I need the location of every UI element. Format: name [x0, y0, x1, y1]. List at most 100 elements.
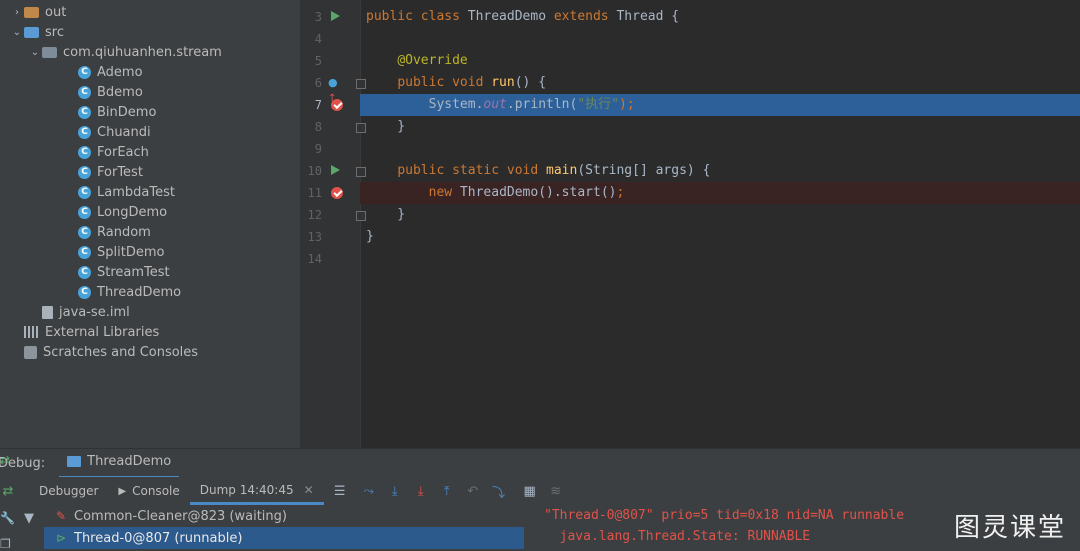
class-icon: C: [78, 185, 91, 199]
fold-marker-icon[interactable]: [356, 79, 366, 89]
tree-item-label: Ademo: [97, 64, 143, 80]
tree-item[interactable]: C Random: [0, 222, 300, 242]
tree-item[interactable]: Scratches and Consoles: [0, 342, 300, 362]
tree-item[interactable]: External Libraries: [0, 322, 300, 342]
tree-item[interactable]: ⌄ src: [0, 22, 300, 42]
tab-debugger[interactable]: Debugger: [29, 477, 108, 505]
class-icon: C: [78, 265, 91, 279]
step-over-icon[interactable]: ⤓: [387, 483, 403, 499]
fold-marker-icon[interactable]: [356, 167, 366, 177]
step-out-icon[interactable]: ⤒: [439, 483, 455, 499]
step-into-icon[interactable]: ⤓: [413, 483, 429, 499]
breakpoint-icon[interactable]: [331, 187, 343, 199]
run-config-tab[interactable]: ThreadDemo: [59, 448, 180, 479]
tree-item[interactable]: C SplitDemo: [0, 242, 300, 262]
code-text: public static void main(String[] args) {: [397, 163, 711, 178]
code-line[interactable]: [300, 226, 1080, 248]
tree-item-label: ForTest: [97, 164, 143, 180]
tree-item[interactable]: C Bdemo: [0, 82, 300, 102]
run-to-cursor-icon[interactable]: ⤵: [491, 483, 507, 501]
run-gutter-icon[interactable]: [331, 11, 340, 21]
tree-item[interactable]: ⌄ com.qiuhuanhen.stream: [0, 42, 300, 62]
line-number: 14: [307, 252, 322, 266]
tree-item-label: LambdaTest: [97, 184, 175, 200]
breakpoint-icon[interactable]: [331, 99, 343, 111]
code-text: new ThreadDemo().start();: [428, 185, 625, 200]
tree-item[interactable]: › out: [0, 2, 300, 22]
tab-dump[interactable]: Dump 14:40:45 ✕: [189, 477, 324, 505]
code-line[interactable]: [300, 116, 1080, 138]
code-line[interactable]: [300, 248, 1080, 270]
debug-title-bar: Debug: ThreadDemo: [0, 448, 1080, 479]
thread-item[interactable]: ✎ Common-Cleaner@823 (waiting): [44, 505, 524, 527]
file-icon: [42, 305, 53, 319]
project-tree: › out ⌄ src ⌄ com.qiuhuanhen.stream C Ademo C Bde…: [0, 0, 300, 448]
tree-item-label: java-se.iml: [59, 304, 130, 320]
resume-icon[interactable]: ⇄: [0, 453, 14, 467]
tree-item[interactable]: C Chuandi: [0, 122, 300, 142]
run-gutter-icon[interactable]: [331, 165, 340, 175]
tree-item[interactable]: C ThreadDemo: [0, 282, 300, 302]
rerun-icon[interactable]: ⇄: [0, 483, 16, 499]
copy-icon[interactable]: ❐: [0, 537, 14, 551]
code-text: }: [366, 119, 406, 134]
tab-label: Dump 14:40:45: [199, 482, 294, 497]
drop-frame-icon[interactable]: ↶: [465, 483, 481, 499]
class-icon: C: [78, 285, 91, 299]
class-icon: C: [78, 245, 91, 259]
show-execution-point-icon[interactable]: ⤳: [361, 483, 377, 499]
code-line[interactable]: [300, 28, 1080, 50]
line-number: 11: [307, 186, 322, 200]
dump-line: java.lang.Thread.State: RUNNABLE: [544, 529, 811, 544]
debug-tabs: ⇄ Debugger ▶ Console Dump 14:40:45 ✕ ☰ ⤳ ⤓…: [0, 477, 1080, 505]
tab-label: Console: [132, 484, 180, 498]
thread-item[interactable]: ⊳ Thread-0@807 (runnable): [44, 527, 524, 549]
filter-icon[interactable]: ▼: [24, 511, 34, 526]
class-icon: C: [78, 225, 91, 239]
evaluate-icon[interactable]: ▦: [522, 483, 538, 499]
code-text: public class ThreadDemo extends Thread {: [366, 9, 680, 24]
fold-marker-icon[interactable]: [356, 123, 366, 133]
wrench-icon[interactable]: 🔧: [0, 511, 15, 525]
tree-item[interactable]: C LambdaTest: [0, 182, 300, 202]
thread-list: ✎ Common-Cleaner@823 (waiting) ⊳ Thread-0@8…: [44, 505, 528, 551]
tree-item[interactable]: C StreamTest: [0, 262, 300, 282]
expand-arrow-icon[interactable]: ›: [10, 7, 24, 18]
console-icon: ▶: [118, 485, 127, 497]
expand-arrow-icon[interactable]: ⌄: [28, 47, 42, 58]
tree-item[interactable]: C ForEach: [0, 142, 300, 162]
class-icon: C: [78, 125, 91, 139]
tree-item-label: BinDemo: [97, 104, 157, 120]
code-editor[interactable]: 3 public class ThreadDemo extends Thread …: [300, 0, 1080, 448]
thread-label: Common-Cleaner@823 (waiting): [74, 508, 287, 524]
folder-orange-icon: [24, 6, 39, 18]
line-number: 3: [314, 10, 322, 24]
line-number: 7: [314, 98, 322, 112]
tree-item[interactable]: C Ademo: [0, 62, 300, 82]
tree-item-label: src: [45, 24, 64, 40]
close-tab-icon[interactable]: ✕: [304, 483, 314, 497]
line-number: 6: [314, 76, 322, 90]
tree-item-label: ThreadDemo: [97, 284, 182, 300]
tree-item-label: SplitDemo: [97, 244, 165, 260]
expand-arrow-icon[interactable]: ⌄: [10, 27, 24, 38]
menu-icon[interactable]: ☰: [332, 483, 348, 499]
tree-item[interactable]: java-se.iml: [0, 302, 300, 322]
tree-item[interactable]: C ForTest: [0, 162, 300, 182]
fold-marker-icon[interactable]: [356, 211, 366, 221]
run-config-label: ThreadDemo: [87, 454, 172, 469]
watermark: 图灵课堂: [953, 513, 1066, 543]
code-text: }: [366, 207, 406, 222]
dump-line: "Thread-0@807" prio=5 tid=0x18 nid=NA ru…: [544, 508, 905, 523]
line-number: 8: [314, 120, 322, 134]
code-line[interactable]: [300, 204, 1080, 226]
trace-icon[interactable]: ≋: [548, 483, 564, 499]
line-number: 10: [307, 164, 322, 178]
tree-item[interactable]: C BinDemo: [0, 102, 300, 122]
override-icon[interactable]: ●↑: [328, 75, 344, 104]
tree-item[interactable]: C LongDemo: [0, 202, 300, 222]
line-number: 13: [307, 230, 322, 244]
code-line[interactable]: [300, 138, 1080, 160]
tab-console[interactable]: ▶ Console: [108, 477, 189, 505]
tree-item-label: com.qiuhuanhen.stream: [63, 44, 222, 60]
